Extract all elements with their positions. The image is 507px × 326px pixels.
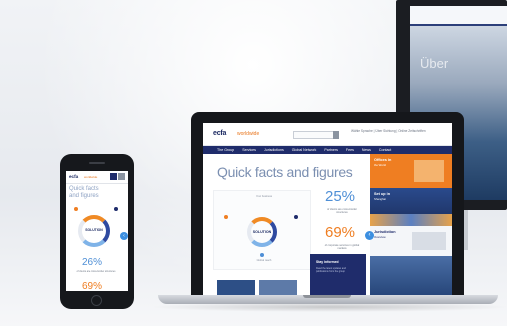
phone-speaker	[89, 162, 105, 164]
side-card-shanghai[interactable]: Set up in Shanghai	[370, 188, 452, 226]
thumbnail-1[interactable]	[217, 280, 255, 295]
side-card-offices-sub: the World	[374, 163, 386, 167]
nav-item-partners[interactable]: Partners	[324, 148, 338, 152]
thumbnail-2[interactable]	[259, 280, 297, 295]
site-logo-sub: worldwide	[237, 131, 260, 137]
phone-page-title: Quick facts and figures	[69, 186, 99, 199]
phone-home-button[interactable]	[91, 295, 102, 306]
nav-item-jurisdictions[interactable]: Jurisdictions	[264, 148, 284, 152]
stat-text-2: of corporate services in global markets	[324, 244, 360, 251]
search-input[interactable]	[293, 131, 335, 139]
phone-stat-value-1: 26%	[82, 257, 103, 268]
site-main-content: Quick facts and figures Your business SO…	[203, 154, 369, 295]
featured-text: Read the latest updates and publications…	[316, 267, 346, 274]
diagram-dot-blue	[260, 253, 264, 257]
diagram-top-caption: Your business	[255, 195, 273, 198]
phone-chevron-left-icon[interactable]: ‹	[120, 232, 128, 240]
solution-diagram: Your business SOLUTION Global reach	[213, 190, 311, 270]
phone-solution-label: SOLUTION	[85, 228, 103, 232]
side-card-jurisdiction-title: Jurisdiction	[374, 230, 396, 234]
solution-label: SOLUTION	[252, 230, 272, 234]
chevron-left-icon[interactable]: ‹	[365, 231, 374, 240]
featured-title: Stay informed	[316, 260, 339, 264]
stat-value-2: 69%	[325, 224, 356, 241]
background-monitor-header	[410, 6, 507, 26]
page-title: Quick facts and figures	[217, 164, 353, 180]
nav-item-global-network[interactable]: Global Network	[292, 148, 317, 152]
nav-item-group[interactable]: The Group	[217, 148, 234, 152]
site-logo[interactable]: ecfa	[213, 130, 226, 137]
nav-item-news[interactable]: News	[362, 148, 371, 152]
side-card-jurisdiction[interactable]: Jurisdiction Overview	[370, 226, 452, 256]
menu-icon[interactable]	[110, 173, 117, 180]
laptop-screen: ecfa worldwide Wähle Sprache | Über Sich…	[203, 123, 452, 295]
laptop-notch	[303, 295, 351, 298]
side-card-offices-title: Offices in	[374, 158, 392, 162]
side-card-shanghai-title: Set up in	[374, 192, 391, 196]
diagram-bottom-caption: Global reach	[256, 259, 272, 262]
site-header: ecfa worldwide Wähle Sprache | Über Sich…	[203, 123, 452, 146]
phone-header: ecfa worldwide	[66, 171, 128, 184]
site-nav: The Group Services Jurisdictions Global …	[203, 146, 452, 154]
featured-card[interactable]: Stay informed Read the latest updates an…	[310, 254, 366, 295]
phone-diagram-dot-navy	[114, 207, 118, 211]
phone-diagram-dot-orange	[74, 207, 78, 211]
diagram-dot-navy	[294, 215, 298, 219]
phone-stat-value-2: 69%	[82, 281, 103, 291]
side-card-jurisdiction-sub: Overview	[374, 235, 386, 239]
stat-value-1: 25%	[325, 188, 356, 205]
side-card-offices-image	[414, 160, 444, 182]
nav-item-contact[interactable]: Contact	[379, 148, 391, 152]
phone-logo[interactable]: ecfa	[69, 174, 78, 179]
world-map-image	[412, 232, 446, 250]
site-top-links[interactable]: Wähle Sprache | Über Sichtung | Online Z…	[351, 129, 426, 133]
phone-stat-text-1: of clients are cross-border structures	[76, 270, 116, 273]
side-card-offices[interactable]: Offices in the World	[370, 154, 452, 188]
nav-item-fees[interactable]: Fees	[346, 148, 354, 152]
phone-screen: ecfa worldwide Quick facts and figures S…	[66, 171, 128, 291]
site-sidebar: Offices in the World Set up in Shanghai …	[370, 154, 452, 295]
nav-item-services[interactable]: Services	[242, 148, 256, 152]
diagram-dot-orange	[224, 215, 228, 219]
search-icon[interactable]	[333, 131, 339, 139]
background-monitor-hero-text: Über	[420, 56, 449, 71]
phone-logo-sub: worldwide	[84, 175, 98, 179]
side-card-image[interactable]	[370, 256, 452, 295]
stat-card-1: 25% of clients are cross-border structur…	[311, 186, 369, 226]
side-card-shanghai-sub: Shanghai	[374, 197, 386, 201]
stat-text-1: of clients are cross-border structures	[327, 208, 357, 215]
skyline-image	[370, 214, 452, 226]
search-icon[interactable]	[118, 173, 125, 180]
